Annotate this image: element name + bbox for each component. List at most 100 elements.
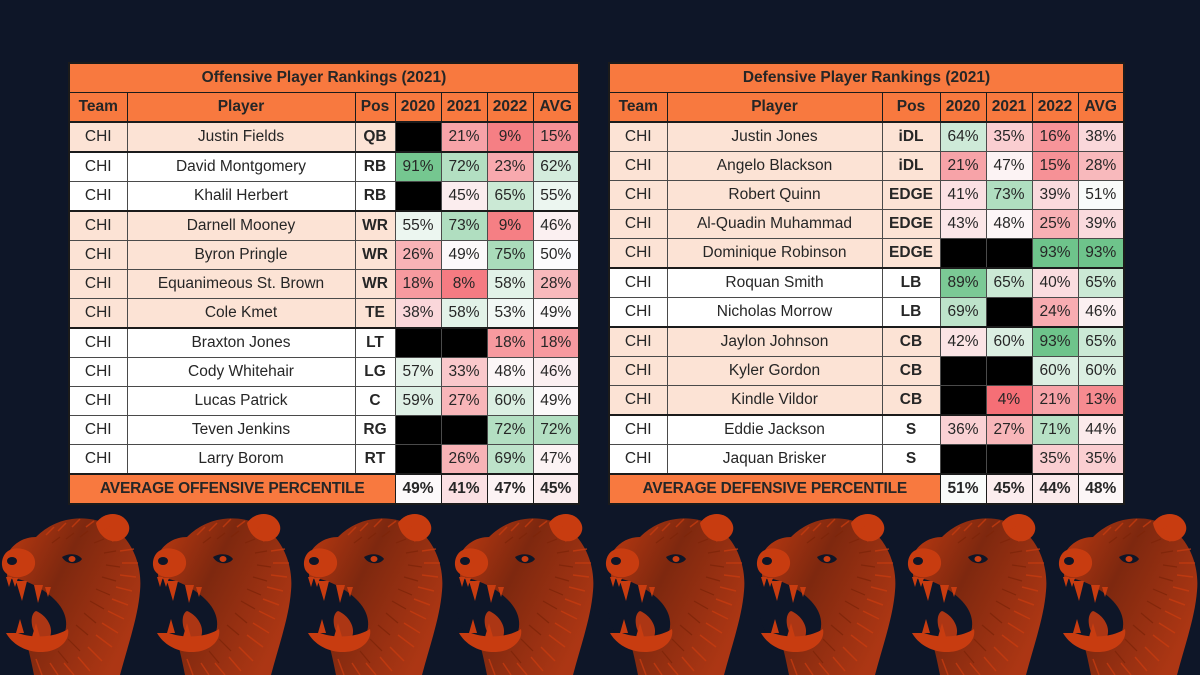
defense-header-pos[interactable]: Pos <box>881 92 941 123</box>
row-position: RB <box>354 151 396 182</box>
row-percentile-2021: 45% <box>440 181 488 212</box>
offense-header-2021[interactable]: 2021 <box>440 92 488 123</box>
row-percentile-2022: 69% <box>486 444 534 475</box>
row-percentile-2022: 25% <box>1031 209 1079 239</box>
row-player-name: Jaylon Johnson <box>666 326 883 357</box>
row-percentile-AVG: 46% <box>1077 297 1125 328</box>
row-team: CHI <box>68 415 128 445</box>
table-row: CHI Jaylon Johnson CB 42% 60% 93% 65% <box>608 326 1125 357</box>
row-percentile-2020: 64% <box>939 121 987 152</box>
row-team: CHI <box>608 238 668 269</box>
row-percentile-AVG: 65% <box>1077 267 1125 298</box>
offense-header-2022[interactable]: 2022 <box>486 92 534 123</box>
offense-header-2020[interactable]: 2020 <box>394 92 442 123</box>
row-team: CHI <box>608 414 668 445</box>
offense-header-row: Team Player Pos 2020 2021 2022 AVG <box>68 92 580 123</box>
table-row: CHI Kyler Gordon CB 60% 60% <box>608 356 1125 386</box>
defense-header-team[interactable]: Team <box>608 92 668 123</box>
row-player-name: Darnell Mooney <box>126 210 356 241</box>
defensive-rankings-table-container: Defensive Player Rankings (2021) Team Pl… <box>608 62 1125 505</box>
table-row: CHI Darnell Mooney WR 55% 73% 9% 46% <box>68 210 580 241</box>
table-row: CHI Khalil Herbert RB 45% 65% 55% <box>68 181 580 212</box>
table-row: CHI Lucas Patrick C 59% 27% 60% 49% <box>68 386 580 416</box>
row-percentile-2020: 18% <box>394 269 442 299</box>
table-row: CHI Jaquan Brisker S 35% 35% <box>608 444 1125 475</box>
offense-header-team[interactable]: Team <box>68 92 128 123</box>
offensive-rankings-table-container: Offensive Player Rankings (2021) Team Pl… <box>68 62 580 505</box>
bear-head-icon <box>755 505 907 675</box>
row-percentile-2020 <box>394 327 442 358</box>
row-percentile-2022: 75% <box>486 240 534 270</box>
bear-head-icon <box>302 505 454 675</box>
row-percentile-2021: 72% <box>440 151 488 182</box>
row-position: LT <box>354 327 396 358</box>
row-percentile-AVG: 15% <box>532 121 580 153</box>
table-row: CHI Larry Borom RT 26% 69% 47% <box>68 444 580 475</box>
row-percentile-AVG: 60% <box>1077 356 1125 386</box>
defense-header-avg[interactable]: AVG <box>1077 92 1125 123</box>
row-team: CHI <box>608 385 668 416</box>
defense-header-player[interactable]: Player <box>666 92 883 123</box>
row-percentile-2020: 57% <box>394 357 442 387</box>
row-percentile-2021: 47% <box>985 151 1033 181</box>
table-row: CHI Eddie Jackson S 36% 27% 71% 44% <box>608 414 1125 445</box>
table-row: CHI Roquan Smith LB 89% 65% 40% 65% <box>608 267 1125 298</box>
defense-average-2021: 45% <box>985 473 1033 505</box>
table-row: CHI Byron Pringle WR 26% 49% 75% 50% <box>68 240 580 270</box>
table-row: CHI Al-Quadin Muhammad EDGE 43% 48% 25% 39% <box>608 209 1125 239</box>
row-percentile-2022: 71% <box>1031 414 1079 445</box>
bear-head-icon <box>0 505 152 675</box>
row-position: CB <box>881 385 941 416</box>
row-position: EDGE <box>881 180 941 210</box>
offense-average-row: AVERAGE OFFENSIVE PERCENTILE 49% 41% 47%… <box>68 473 580 505</box>
row-player-name: Nicholas Morrow <box>666 297 883 328</box>
row-position: RG <box>354 415 396 445</box>
row-percentile-2020: 38% <box>394 298 442 329</box>
defense-header-2021[interactable]: 2021 <box>985 92 1033 123</box>
row-player-name: Larry Borom <box>126 444 356 475</box>
row-position: RB <box>354 181 396 212</box>
offense-header-avg[interactable]: AVG <box>532 92 580 123</box>
row-percentile-2021 <box>985 444 1033 475</box>
row-percentile-2021: 73% <box>985 180 1033 210</box>
table-row: CHI Dominique Robinson EDGE 93% 93% <box>608 238 1125 269</box>
row-position: S <box>881 444 941 475</box>
defense-header-2020[interactable]: 2020 <box>939 92 987 123</box>
row-percentile-2021 <box>985 356 1033 386</box>
row-percentile-2021: 21% <box>440 121 488 153</box>
defense-average-row: AVERAGE DEFENSIVE PERCENTILE 51% 45% 44%… <box>608 473 1125 505</box>
row-position: EDGE <box>881 209 941 239</box>
offense-header-player[interactable]: Player <box>126 92 356 123</box>
table-row: CHI Justin Jones iDL 64% 35% 16% 38% <box>608 121 1125 152</box>
row-team: CHI <box>68 121 128 153</box>
row-player-name: Cole Kmet <box>126 298 356 329</box>
row-percentile-2020 <box>939 238 987 269</box>
bear-head-icon <box>1057 505 1200 675</box>
table-row: CHI Braxton Jones LT 18% 18% <box>68 327 580 358</box>
row-percentile-AVG: 62% <box>532 151 580 182</box>
row-player-name: Braxton Jones <box>126 327 356 358</box>
row-player-name: Angelo Blackson <box>666 151 883 181</box>
row-percentile-2020: 26% <box>394 240 442 270</box>
offensive-rankings-table: Offensive Player Rankings (2021) Team Pl… <box>68 62 580 505</box>
row-team: CHI <box>68 327 128 358</box>
table-row: CHI Robert Quinn EDGE 41% 73% 39% 51% <box>608 180 1125 210</box>
offense-header-pos[interactable]: Pos <box>354 92 396 123</box>
row-position: C <box>354 386 396 416</box>
row-player-name: Robert Quinn <box>666 180 883 210</box>
row-percentile-2021: 65% <box>985 267 1033 298</box>
row-percentile-2022: 93% <box>1031 326 1079 357</box>
defense-title-row: Defensive Player Rankings (2021) <box>608 62 1125 93</box>
defense-header-2022[interactable]: 2022 <box>1031 92 1079 123</box>
table-row: CHI David Montgomery RB 91% 72% 23% 62% <box>68 151 580 182</box>
row-percentile-2022: 23% <box>486 151 534 182</box>
row-percentile-2022: 16% <box>1031 121 1079 152</box>
table-row: CHI Nicholas Morrow LB 69% 24% 46% <box>608 297 1125 328</box>
bear-head-icon <box>151 505 303 675</box>
row-percentile-2020 <box>939 385 987 416</box>
row-position: WR <box>354 240 396 270</box>
row-team: CHI <box>608 326 668 357</box>
row-team: CHI <box>608 121 668 152</box>
row-percentile-2022: 48% <box>486 357 534 387</box>
row-percentile-2021: 33% <box>440 357 488 387</box>
